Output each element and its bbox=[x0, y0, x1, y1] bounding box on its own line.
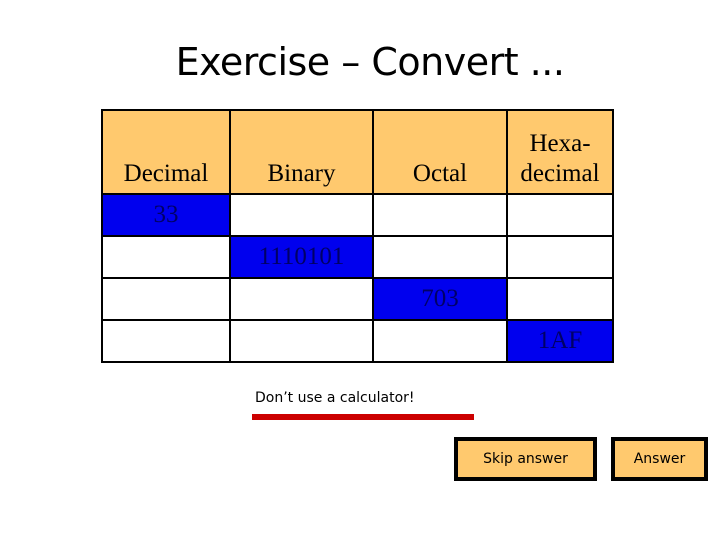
cell-hex[interactable] bbox=[506, 193, 614, 237]
cell-binary[interactable] bbox=[229, 319, 374, 363]
cell-octal[interactable] bbox=[372, 319, 508, 363]
header-binary: Binary bbox=[229, 109, 374, 195]
cell-binary[interactable] bbox=[229, 277, 374, 321]
note-underline bbox=[252, 414, 474, 420]
slide-title: Exercise – Convert ... bbox=[175, 40, 565, 84]
skip-answer-button[interactable]: Skip answer bbox=[454, 437, 597, 481]
cell-decimal[interactable] bbox=[101, 235, 231, 279]
header-hex-line2: decimal bbox=[520, 160, 600, 187]
cell-octal-given: 703 bbox=[372, 277, 508, 321]
cell-octal[interactable] bbox=[372, 193, 508, 237]
cell-hex-given: 1AF bbox=[506, 319, 614, 363]
header-hexadecimal: Hexa-decimal bbox=[506, 109, 614, 195]
answer-button[interactable]: Answer bbox=[611, 437, 708, 481]
cell-hex[interactable] bbox=[506, 277, 614, 321]
cell-hex[interactable] bbox=[506, 235, 614, 279]
cell-decimal[interactable] bbox=[101, 277, 231, 321]
cell-decimal[interactable] bbox=[101, 319, 231, 363]
cell-octal[interactable] bbox=[372, 235, 508, 279]
table-row: 1AF bbox=[101, 319, 614, 363]
header-row: Decimal Binary Octal Hexa-decimal bbox=[101, 109, 614, 195]
header-decimal: Decimal bbox=[101, 109, 231, 195]
cell-binary[interactable] bbox=[229, 193, 374, 237]
header-hex-line1: Hexa- bbox=[529, 130, 591, 157]
cell-decimal-given: 33 bbox=[101, 193, 231, 237]
cell-binary-given: 1110101 bbox=[229, 235, 374, 279]
table-row: 1110101 bbox=[101, 235, 614, 279]
header-octal: Octal bbox=[372, 109, 508, 195]
calculator-note: Don’t use a calculator! bbox=[255, 390, 415, 406]
conversion-table: Decimal Binary Octal Hexa-decimal 33 111… bbox=[101, 109, 614, 363]
table-row: 33 bbox=[101, 193, 614, 237]
table-row: 703 bbox=[101, 277, 614, 321]
